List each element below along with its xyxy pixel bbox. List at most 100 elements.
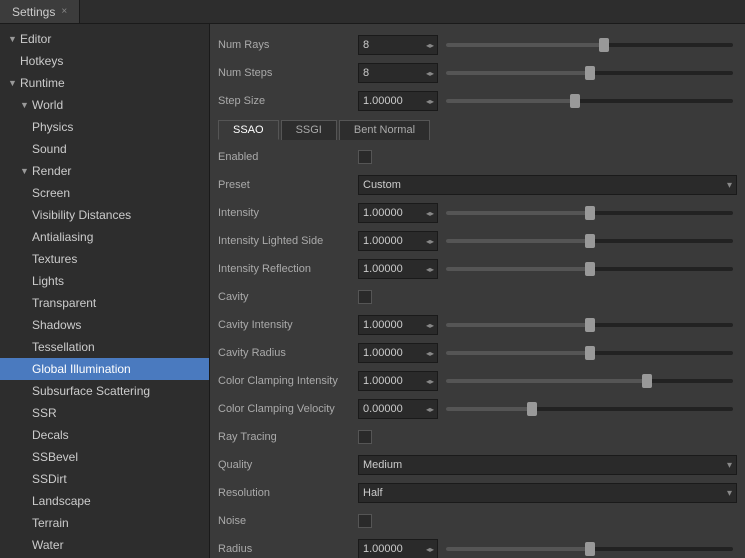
sidebar-item-runtime[interactable]: ▼ Runtime <box>0 72 209 94</box>
settings-tab[interactable]: Settings × <box>0 0 80 23</box>
noise-checkbox[interactable] <box>358 514 372 528</box>
top-slider-track[interactable] <box>446 71 733 75</box>
ssao-slider-track[interactable] <box>446 211 733 215</box>
ssao-slider-thumb[interactable] <box>585 318 595 332</box>
ssao-slider-thumb[interactable] <box>585 346 595 360</box>
sidebar-item-shadows[interactable]: Shadows <box>0 314 209 336</box>
enabled-label: Enabled <box>218 151 358 163</box>
ssao-spinner-icon: ◂▸ <box>423 265 437 274</box>
sidebar-item-ssdirt[interactable]: SSDirt <box>0 468 209 490</box>
top-slider-track[interactable] <box>446 99 733 103</box>
top-slider-fill <box>446 99 575 103</box>
inner-tab-bent-normal[interactable]: Bent Normal <box>339 120 430 140</box>
quality-dropdown-arrow: ▾ <box>727 460 732 471</box>
ssao-slider-thumb[interactable] <box>585 262 595 276</box>
tab-bar: Settings × <box>0 0 745 24</box>
noise-row: Noise <box>218 508 737 534</box>
ssao-prop-row-7: Color Clamping Velocity 0.00000 ◂▸ <box>218 396 737 422</box>
ssao-prop-value-box[interactable]: 1.00000 ◂▸ <box>358 343 438 363</box>
top-slider-value-box[interactable]: 1.00000 ◂▸ <box>358 91 438 111</box>
ssao-slider-thumb[interactable] <box>642 374 652 388</box>
top-slider-value-box[interactable]: 8 ◂▸ <box>358 63 438 83</box>
ssao-slider-track[interactable] <box>446 239 733 243</box>
bottom-slider-fill <box>446 547 590 551</box>
resolution-dropdown[interactable]: Half ▾ <box>358 483 737 503</box>
sidebar-item-ssbevel[interactable]: SSBevel <box>0 446 209 468</box>
ssao-slider-fill <box>446 239 590 243</box>
top-slider-spinner-icon: ◂▸ <box>423 41 437 50</box>
ssao-prop-value-box[interactable]: 1.00000 ◂▸ <box>358 371 438 391</box>
ssao-prop-value: 1.00000 <box>359 207 423 219</box>
ssao-slider-track[interactable] <box>446 379 733 383</box>
ssao-prop-value-box[interactable]: 1.00000 ◂▸ <box>358 231 438 251</box>
sidebar-item-subsurface-scattering[interactable]: Subsurface Scattering <box>0 380 209 402</box>
sidebar-item-water[interactable]: Water <box>0 534 209 556</box>
inner-tab-ssgi[interactable]: SSGI <box>281 120 337 140</box>
ssao-slider-track[interactable] <box>446 407 733 411</box>
sidebar-item-textures[interactable]: Textures <box>0 248 209 270</box>
bottom-slider-thumb[interactable] <box>585 542 595 556</box>
sidebar-item-tessellation[interactable]: Tessellation <box>0 336 209 358</box>
sidebar-item-decals[interactable]: Decals <box>0 424 209 446</box>
ssao-prop-value-box[interactable]: 1.00000 ◂▸ <box>358 203 438 223</box>
preset-dropdown[interactable]: Custom ▾ <box>358 175 737 195</box>
ssao-slider-thumb[interactable] <box>585 234 595 248</box>
top-slider-thumb[interactable] <box>570 94 580 108</box>
enabled-checkbox[interactable] <box>358 150 372 164</box>
ssao-slider-thumb[interactable] <box>585 206 595 220</box>
ssao-prop-value: 1.00000 <box>359 319 423 331</box>
ssao-prop-checkbox[interactable] <box>358 290 372 304</box>
ssao-spinner-icon: ◂▸ <box>423 377 437 386</box>
sidebar-item-hotkeys[interactable]: Hotkeys <box>0 50 209 72</box>
ssao-prop-label: Color Clamping Velocity <box>218 403 358 415</box>
top-slider-row-1: Num Steps 8 ◂▸ <box>218 60 737 86</box>
top-slider-thumb[interactable] <box>585 66 595 80</box>
ssao-prop-value-box[interactable]: 0.00000 ◂▸ <box>358 399 438 419</box>
ssao-prop-value-box[interactable]: 1.00000 ◂▸ <box>358 259 438 279</box>
sidebar-item-world[interactable]: ▼ World <box>0 94 209 116</box>
sidebar-item-visibility-distances[interactable]: Visibility Distances <box>0 204 209 226</box>
bottom-prop-value-box[interactable]: 1.00000 ◂▸ <box>358 539 438 558</box>
top-slider-track[interactable] <box>446 43 733 47</box>
sidebar-item-antialiasing[interactable]: Antialiasing <box>0 226 209 248</box>
sidebar-item-physics[interactable]: Physics <box>0 116 209 138</box>
ssao-slider-track[interactable] <box>446 267 733 271</box>
ssao-prop-value-box[interactable]: 1.00000 ◂▸ <box>358 315 438 335</box>
ssao-prop-row-6: Color Clamping Intensity 1.00000 ◂▸ <box>218 368 737 394</box>
top-sliders-section: Num Rays 8 ◂▸ Num Steps 8 ◂▸ Step Size 1… <box>218 32 737 114</box>
sidebar-item-landscape[interactable]: Landscape <box>0 490 209 512</box>
ssao-prop-value: 1.00000 <box>359 347 423 359</box>
sidebar-item-screen[interactable]: Screen <box>0 182 209 204</box>
quality-label: Quality <box>218 459 358 471</box>
ssao-prop-label: Color Clamping Intensity <box>218 375 358 387</box>
quality-dropdown[interactable]: Medium ▾ <box>358 455 737 475</box>
sidebar-item-global-illumination[interactable]: Global Illumination <box>0 358 209 380</box>
bottom-prop-value: 1.00000 <box>359 543 423 555</box>
ssao-slider-fill <box>446 407 532 411</box>
sidebar-item-lights[interactable]: Lights <box>0 270 209 292</box>
bottom-slider-track[interactable] <box>446 547 733 551</box>
top-slider-value: 1.00000 <box>359 95 423 107</box>
sidebar-item-sound[interactable]: Sound <box>0 138 209 160</box>
sidebar-item-terrain[interactable]: Terrain <box>0 512 209 534</box>
tab-close-button[interactable]: × <box>61 6 67 17</box>
inner-tab-ssao[interactable]: SSAO <box>218 120 279 140</box>
resolution-row: Resolution Half ▾ <box>218 480 737 506</box>
ssao-prop-value: 1.00000 <box>359 235 423 247</box>
sidebar-item-transparent[interactable]: Transparent <box>0 292 209 314</box>
enabled-row: Enabled <box>218 144 737 170</box>
resolution-dropdown-arrow: ▾ <box>727 488 732 499</box>
bottom-props-section: Radius 1.00000 ◂▸ SSAO Threshold 0.50000… <box>218 536 737 558</box>
ssao-spinner-icon: ◂▸ <box>423 405 437 414</box>
ssao-slider-thumb[interactable] <box>527 402 537 416</box>
ssao-prop-checkbox[interactable] <box>358 430 372 444</box>
ssao-slider-track[interactable] <box>446 323 733 327</box>
top-slider-thumb[interactable] <box>599 38 609 52</box>
sidebar-item-editor[interactable]: ▼ Editor <box>0 28 209 50</box>
top-slider-label: Num Rays <box>218 39 358 51</box>
ssao-slider-track[interactable] <box>446 351 733 355</box>
top-slider-value-box[interactable]: 8 ◂▸ <box>358 35 438 55</box>
sidebar-item-render[interactable]: ▼ Render <box>0 160 209 182</box>
sidebar-item-ssr[interactable]: SSR <box>0 402 209 424</box>
ssao-prop-row-0: Intensity 1.00000 ◂▸ <box>218 200 737 226</box>
